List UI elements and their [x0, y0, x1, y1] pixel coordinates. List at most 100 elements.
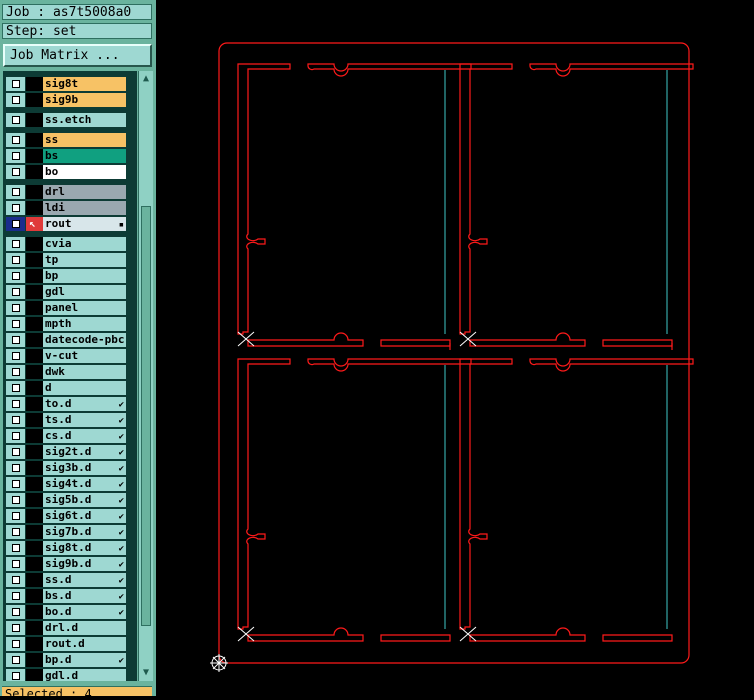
layer-checkbox[interactable] [6, 445, 26, 459]
layer-state-cell[interactable] [26, 653, 43, 667]
layer-row-sig9b.d[interactable]: sig9b.d ✔ [6, 557, 126, 571]
layer-checkbox[interactable] [6, 149, 26, 163]
layer-state-cell[interactable] [26, 185, 43, 199]
layer-row-sig5b.d[interactable]: sig5b.d ✔ [6, 493, 126, 507]
layer-checkbox[interactable] [6, 285, 26, 299]
layer-row-sig9b[interactable]: sig9b [6, 93, 126, 107]
layer-row-sig8t.d[interactable]: sig8t.d ✔ [6, 541, 126, 555]
job-matrix-button[interactable]: Job Matrix ... [3, 44, 152, 67]
layer-row-sig6t.d[interactable]: sig6t.d ✔ [6, 509, 126, 523]
scrollbar-thumb[interactable] [141, 206, 151, 626]
layer-state-cell[interactable] [26, 525, 43, 539]
layer-checkbox[interactable] [6, 365, 26, 379]
scroll-down-arrow-icon[interactable]: ▼ [140, 667, 152, 679]
layer-checkbox[interactable] [6, 269, 26, 283]
layer-checkbox[interactable] [6, 113, 26, 127]
layer-state-cell[interactable] [26, 589, 43, 603]
layer-row-bs.d[interactable]: bs.d ✔ [6, 589, 126, 603]
layer-checkbox[interactable] [6, 77, 26, 91]
layer-row-drl.d[interactable]: drl.d [6, 621, 126, 635]
layer-checkbox[interactable] [6, 541, 26, 555]
layer-row-gdl.d[interactable]: gdl.d [6, 669, 126, 681]
layer-row-ss.d[interactable]: ss.d ✔ [6, 573, 126, 587]
graphics-canvas[interactable] [156, 0, 754, 696]
layer-row-gdl[interactable]: gdl [6, 285, 126, 299]
layer-checkbox[interactable] [6, 461, 26, 475]
layer-checkbox[interactable] [6, 525, 26, 539]
layer-row-ss.etch[interactable]: ss.etch [6, 113, 126, 127]
layer-row-drl[interactable]: drl [6, 185, 126, 199]
layer-row-panel[interactable]: panel [6, 301, 126, 315]
layer-row-ss[interactable]: ss [6, 133, 126, 147]
layer-state-cell[interactable] [26, 445, 43, 459]
layer-state-cell[interactable] [26, 201, 43, 215]
layer-row-to.d[interactable]: to.d ✔ [6, 397, 126, 411]
layer-row-cvia[interactable]: cvia [6, 237, 126, 251]
layer-checkbox[interactable] [6, 349, 26, 363]
layer-row-datecode-pbc[interactable]: datecode-pbc [6, 333, 126, 347]
layer-checkbox[interactable] [6, 493, 26, 507]
layer-checkbox[interactable] [6, 477, 26, 491]
layer-state-cell[interactable] [26, 605, 43, 619]
layer-state-cell[interactable] [26, 509, 43, 523]
layer-state-cell[interactable] [26, 93, 43, 107]
layer-checkbox[interactable] [6, 93, 26, 107]
layer-state-cell[interactable] [26, 365, 43, 379]
layer-state-cell[interactable] [26, 149, 43, 163]
layer-state-cell[interactable] [26, 541, 43, 555]
layer-row-bp.d[interactable]: bp.d ✔ [6, 653, 126, 667]
layer-row-sig2t.d[interactable]: sig2t.d ✔ [6, 445, 126, 459]
layer-checkbox[interactable] [6, 429, 26, 443]
layer-row-bo.d[interactable]: bo.d ✔ [6, 605, 126, 619]
layer-row-sig4t.d[interactable]: sig4t.d ✔ [6, 477, 126, 491]
scroll-up-arrow-icon[interactable]: ▲ [140, 73, 152, 85]
layer-state-cell[interactable] [26, 381, 43, 395]
layer-state-cell[interactable]: ↖ [26, 217, 43, 231]
layer-checkbox[interactable] [6, 653, 26, 667]
layer-state-cell[interactable] [26, 165, 43, 179]
layer-checkbox[interactable] [6, 637, 26, 651]
layer-checkbox[interactable] [6, 381, 26, 395]
layer-state-cell[interactable] [26, 317, 43, 331]
layer-row-rout.d[interactable]: rout.d [6, 637, 126, 651]
layer-checkbox[interactable] [6, 317, 26, 331]
layer-checkbox[interactable] [6, 669, 26, 681]
layer-row-dwk[interactable]: dwk [6, 365, 126, 379]
layer-state-cell[interactable] [26, 461, 43, 475]
layer-state-cell[interactable] [26, 253, 43, 267]
layer-state-cell[interactable] [26, 237, 43, 251]
layer-row-ts.d[interactable]: ts.d ✔ [6, 413, 126, 427]
layer-row-sig7b.d[interactable]: sig7b.d ✔ [6, 525, 126, 539]
layer-row-sig8t[interactable]: sig8t [6, 77, 126, 91]
layer-state-cell[interactable] [26, 557, 43, 571]
layer-checkbox[interactable] [6, 605, 26, 619]
layer-state-cell[interactable] [26, 493, 43, 507]
layer-state-cell[interactable] [26, 133, 43, 147]
layer-state-cell[interactable] [26, 285, 43, 299]
layer-state-cell[interactable] [26, 477, 43, 491]
layer-row-bs[interactable]: bs [6, 149, 126, 163]
layer-state-cell[interactable] [26, 269, 43, 283]
layer-state-cell[interactable] [26, 397, 43, 411]
layer-checkbox[interactable] [6, 165, 26, 179]
layer-state-cell[interactable] [26, 669, 43, 681]
layer-checkbox[interactable] [6, 201, 26, 215]
layer-checkbox[interactable] [6, 589, 26, 603]
layer-checkbox[interactable] [6, 573, 26, 587]
layer-checkbox[interactable] [6, 237, 26, 251]
layer-state-cell[interactable] [26, 113, 43, 127]
layer-checkbox[interactable] [6, 185, 26, 199]
layer-state-cell[interactable] [26, 77, 43, 91]
layer-state-cell[interactable] [26, 621, 43, 635]
layer-state-cell[interactable] [26, 637, 43, 651]
layer-state-cell[interactable] [26, 333, 43, 347]
layer-row-cs.d[interactable]: cs.d ✔ [6, 429, 126, 443]
layer-checkbox[interactable] [6, 333, 26, 347]
layer-row-tp[interactable]: tp [6, 253, 126, 267]
layer-row-mpth[interactable]: mpth [6, 317, 126, 331]
layer-row-bp[interactable]: bp [6, 269, 126, 283]
layer-list-scrollbar[interactable]: ▲ ▼ [138, 71, 153, 681]
layer-row-rout[interactable]: ↖ rout ▪ [6, 217, 126, 231]
layer-checkbox[interactable] [6, 133, 26, 147]
layer-state-cell[interactable] [26, 413, 43, 427]
